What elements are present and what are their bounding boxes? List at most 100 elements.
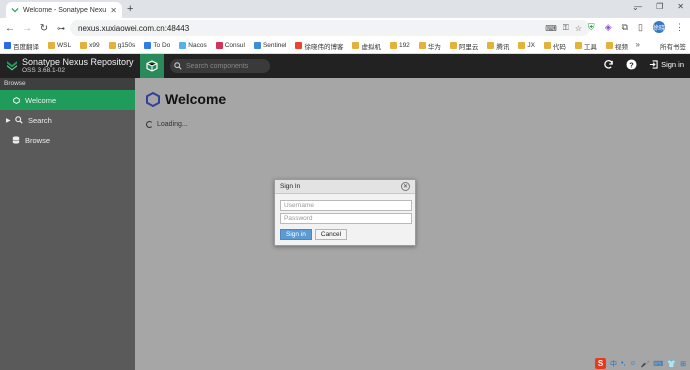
- bookmark-item[interactable]: Nacos: [179, 42, 207, 49]
- bookmark-item[interactable]: 徐晓伟的博客: [295, 41, 343, 51]
- browse-mode-button[interactable]: [140, 54, 164, 78]
- bookmark-label: 华为: [427, 43, 441, 51]
- username-field[interactable]: [280, 200, 412, 211]
- sidebar-item-browse[interactable]: Browse: [0, 130, 135, 150]
- bookmark-item[interactable]: JX: [518, 42, 535, 49]
- more-bookmarks-icon[interactable]: »: [636, 40, 640, 49]
- bookmark-icon: [295, 42, 303, 49]
- keyboard-icon[interactable]: ⌨: [653, 360, 663, 368]
- tab-close-icon[interactable]: ✕: [110, 6, 117, 15]
- profile-avatar[interactable]: 徐晓: [653, 21, 665, 33]
- password-field[interactable]: [280, 213, 412, 224]
- bookmark-label: 代码: [552, 43, 566, 51]
- bookmark-label: 阿里云: [458, 43, 479, 51]
- refresh-icon[interactable]: [603, 59, 614, 70]
- loading-text: Loading...: [157, 121, 188, 128]
- browser-tab[interactable]: Welcome - Sonatype Nexus Repository ✕: [6, 2, 122, 18]
- sidebar-item-welcome[interactable]: Welcome: [0, 90, 135, 110]
- hexagon-icon: [13, 96, 20, 104]
- maximize-icon[interactable]: ❐: [656, 2, 663, 11]
- search-icon: [174, 62, 182, 70]
- reload-icon[interactable]: ↻: [37, 23, 51, 34]
- bookmark-item[interactable]: Consul: [215, 42, 245, 49]
- sidebar: Browse Welcome ▶ Search Browse: [0, 78, 135, 370]
- menu-kebab-icon[interactable]: ⋮: [675, 22, 684, 33]
- bookmark-item[interactable]: 百度翻译: [4, 41, 39, 51]
- database-icon: [12, 136, 20, 144]
- bookmark-star-icon[interactable]: ☆: [575, 24, 582, 33]
- password-key-icon[interactable]: ⚿: [563, 23, 569, 33]
- help-icon[interactable]: ?: [626, 59, 637, 70]
- extension-icon[interactable]: ◈: [605, 22, 612, 33]
- ime-chinese-icon[interactable]: 中: [610, 359, 617, 369]
- sign-in-link[interactable]: Sign in: [649, 60, 684, 69]
- browser-tabstrip: Welcome - Sonatype Nexus Repository ✕ + …: [0, 0, 690, 18]
- bookmark-icon: [487, 42, 495, 49]
- back-icon[interactable]: ←: [3, 23, 17, 34]
- app-title: Sonatype Nexus Repository: [22, 57, 134, 67]
- app-version: OSS 3.68.1-02: [22, 67, 65, 74]
- bookmark-item[interactable]: 华为: [418, 41, 441, 51]
- bookmark-item[interactable]: 工具: [574, 41, 597, 51]
- bookmark-item[interactable]: 虚拟机: [352, 41, 381, 51]
- sidebar-item-search[interactable]: ▶ Search: [0, 110, 135, 130]
- bookmark-label: x99: [89, 42, 100, 49]
- bookmark-label: 徐晓伟的博客: [304, 43, 344, 51]
- toolbar-extensions: ⛨ ◈ ⧉ ▯ 徐晓 ⋮: [588, 21, 684, 33]
- welcome-heading: Welcome: [146, 91, 226, 107]
- sign-in-dialog: Sign In ✕ Sign in Cancel: [274, 179, 416, 246]
- new-tab-button[interactable]: +: [127, 3, 133, 15]
- close-icon[interactable]: ✕: [401, 182, 410, 191]
- spinner-icon: [146, 121, 153, 128]
- sign-in-button[interactable]: Sign in: [280, 229, 312, 240]
- emoji-icon[interactable]: ☺: [629, 360, 636, 367]
- sidebar-item-label: Welcome: [25, 95, 57, 105]
- extensions-puzzle-icon[interactable]: ⧉: [622, 22, 628, 33]
- cancel-button[interactable]: Cancel: [314, 229, 348, 240]
- bookmark-item[interactable]: g150s: [108, 42, 135, 49]
- bookmark-item[interactable]: WSL: [48, 42, 71, 49]
- shield-extension-icon[interactable]: ⛨: [588, 22, 595, 33]
- dialog-actions: Sign in Cancel: [280, 229, 410, 240]
- sidepanel-icon[interactable]: ▯: [638, 22, 643, 33]
- page-title: Welcome: [165, 91, 227, 107]
- microphone-icon[interactable]: 🎤: [641, 360, 650, 368]
- search-components-input[interactable]: [186, 62, 266, 70]
- dialog-title: Sign In: [280, 183, 301, 190]
- bookmark-label: Sentinel: [262, 42, 287, 49]
- expand-caret-icon[interactable]: ▶: [6, 117, 11, 124]
- header-actions: ? Sign in: [603, 59, 684, 70]
- sidebar-item-label: Search: [28, 115, 52, 125]
- bookmark-item[interactable]: Sentinel: [253, 42, 287, 49]
- bookmark-item[interactable]: x99: [80, 42, 100, 49]
- sogou-input-icon[interactable]: S: [595, 358, 607, 369]
- bookmark-item[interactable]: To Do: [144, 42, 170, 49]
- all-bookmarks-folder[interactable]: 所有书签: [660, 41, 686, 51]
- clothes-icon[interactable]: 👕: [667, 360, 676, 368]
- minimize-icon[interactable]: —: [634, 2, 642, 11]
- bookmark-label: 视频: [614, 43, 628, 51]
- cube-icon: [146, 60, 158, 72]
- component-search[interactable]: [170, 59, 270, 73]
- bookmark-item[interactable]: 192: [389, 42, 410, 49]
- browser-toolbar: ← → ↻ ⊶ nexus.xuxiaowei.com.cn:48443 ⌨ ⚿…: [0, 18, 690, 38]
- bookmark-item[interactable]: 腾讯: [487, 41, 509, 51]
- bookmark-item[interactable]: 代码: [543, 41, 566, 51]
- sidebar-item-label: Browse: [25, 135, 51, 145]
- tab-title: Welcome - Sonatype Nexus Repository: [23, 6, 107, 14]
- bookmark-icon: [179, 42, 187, 49]
- grid-icon[interactable]: ⊞: [680, 360, 686, 368]
- bookmarks-bar: 百度翻译 WSL x99 g150s To Do Nacos Consul Sentinel 徐…: [0, 38, 690, 54]
- site-info-icon[interactable]: ⊶: [54, 24, 68, 33]
- translate-icon[interactable]: ⌨: [545, 24, 557, 33]
- bookmark-icon: [48, 42, 55, 49]
- close-window-icon[interactable]: ✕: [677, 2, 684, 11]
- address-bar[interactable]: nexus.xuxiaowei.com.cn:48443 ⌨ ⚿ ☆: [70, 20, 590, 36]
- nexus-header: Sonatype Nexus Repository OSS 3.68.1-02 …: [0, 54, 690, 78]
- bookmark-icon: [418, 42, 426, 49]
- loading-indicator: Loading...: [146, 121, 188, 128]
- bookmark-item[interactable]: 阿里云: [449, 41, 479, 51]
- bookmark-item[interactable]: 视频: [605, 41, 628, 51]
- forward-icon[interactable]: →: [20, 23, 34, 34]
- punctuation-icon[interactable]: •,: [621, 360, 625, 367]
